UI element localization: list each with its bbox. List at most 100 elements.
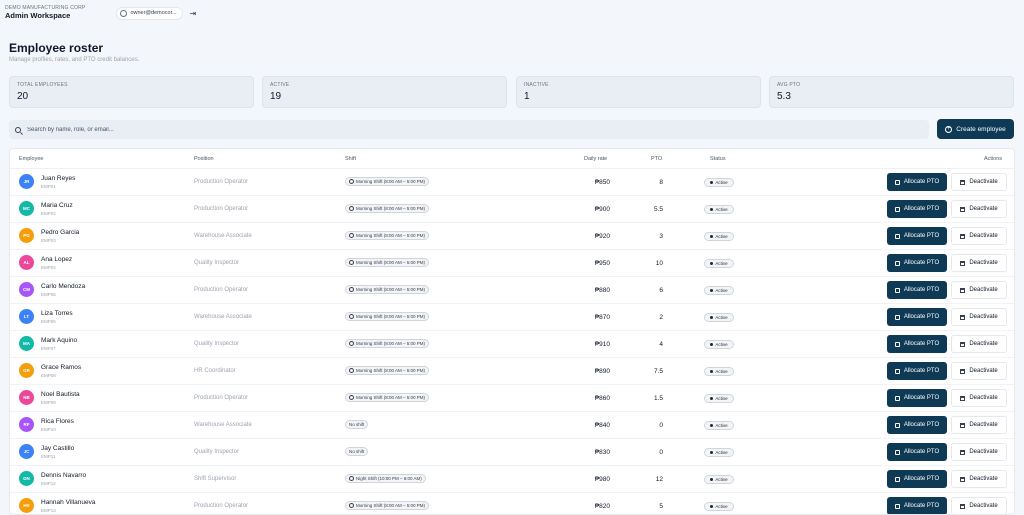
allocate-pto-button[interactable]: Allocate PTO: [887, 308, 947, 326]
employee-position: Production Operator: [194, 179, 249, 185]
deactivate-button[interactable]: Deactivate: [951, 308, 1007, 326]
account-chip[interactable]: owner@democor...: [116, 6, 184, 20]
org-block: DEMO MANUFACTURING CORP Admin Workspace: [5, 5, 85, 21]
table-row: HV Hannah Villanueva EMP13 Production Opera…: [10, 493, 1014, 514]
status-badge: Active: [704, 232, 734, 241]
status-dot: [710, 343, 714, 346]
allocate-pto-button[interactable]: Allocate PTO: [887, 362, 947, 380]
logout-icon[interactable]: ⇥: [189, 9, 196, 18]
deactivate-button[interactable]: Deactivate: [951, 281, 1007, 299]
shift-badge: Morning Shift (8:00 AM – 5:00 PM): [345, 339, 430, 348]
allocate-pto-button[interactable]: Allocate PTO: [887, 335, 947, 353]
avatar: LT: [19, 309, 34, 324]
page-title: Employee roster: [9, 41, 104, 55]
shift-badge: Morning Shift (8:00 AM – 5:00 PM): [345, 258, 430, 267]
daily-rate: ₱840: [594, 422, 610, 429]
shift-label: Morning Shift (8:00 AM – 5:00 PM): [356, 233, 426, 238]
search-bar[interactable]: [9, 120, 929, 139]
deactivate-button[interactable]: Deactivate: [951, 254, 1007, 272]
shift-label: Morning Shift (8:00 AM – 5:00 PM): [356, 260, 426, 265]
allocate-pto-button[interactable]: Allocate PTO: [887, 497, 947, 514]
stat-card-total: TOTAL EMPLOYEES 20: [9, 76, 254, 108]
allocate-pto-button[interactable]: Allocate PTO: [887, 200, 947, 218]
employee-name: Jay Castillo: [41, 445, 75, 452]
stat-value: 5.3: [777, 91, 791, 102]
deactivate-label: Deactivate: [969, 395, 998, 401]
status-dot: [710, 181, 714, 184]
allocate-pto-button[interactable]: Allocate PTO: [887, 470, 947, 488]
shift-badge: No shift: [345, 447, 369, 456]
allocate-pto-button[interactable]: Allocate PTO: [887, 254, 947, 272]
workspace-name: Admin Workspace: [5, 11, 71, 20]
employee-code: EMP07: [41, 346, 56, 351]
employee-name: Grace Ramos: [41, 364, 82, 371]
calendar-icon: [894, 503, 900, 509]
daily-rate: ₱900: [594, 206, 610, 213]
employee-code: EMP02: [41, 211, 56, 216]
deactivate-button[interactable]: Deactivate: [951, 470, 1007, 488]
employee-position: HR Coordinator: [194, 368, 236, 374]
stat-label: TOTAL EMPLOYEES: [17, 82, 68, 88]
clock-icon: [349, 206, 354, 211]
avatar: HV: [19, 498, 34, 513]
status-dot: [710, 478, 714, 481]
allocate-pto-button[interactable]: Allocate PTO: [887, 416, 947, 434]
deactivate-button[interactable]: Deactivate: [951, 416, 1007, 434]
deactivate-label: Deactivate: [969, 368, 998, 374]
search-input[interactable]: [27, 126, 427, 133]
deactivate-button[interactable]: Deactivate: [951, 443, 1007, 461]
page-subtitle: Manage profiles, rates, and PTO credit b…: [9, 57, 140, 63]
shift-badge: Morning Shift (8:00 AM – 5:00 PM): [345, 231, 430, 240]
employee-position: Quality Inspector: [194, 449, 240, 455]
status-badge: Active: [704, 421, 734, 430]
allocate-pto-button[interactable]: Allocate PTO: [887, 227, 947, 245]
allocate-pto-button[interactable]: Allocate PTO: [887, 443, 947, 461]
pto-balance: 0: [659, 422, 663, 429]
deactivate-button[interactable]: Deactivate: [951, 173, 1007, 191]
employee-code: EMP08: [41, 373, 56, 378]
status-dot: [710, 424, 714, 427]
deactivate-button[interactable]: Deactivate: [951, 335, 1007, 353]
daily-rate: ₱910: [594, 341, 610, 348]
shift-badge: Morning Shift (8:00 AM – 5:00 PM): [345, 366, 430, 375]
status-label: Active: [715, 423, 728, 428]
allocate-pto-button[interactable]: Allocate PTO: [887, 173, 947, 191]
trash-icon: [960, 206, 966, 212]
daily-rate: ₱950: [594, 260, 610, 267]
status-label: Active: [715, 396, 728, 401]
employee-code: EMP01: [41, 184, 56, 189]
allocate-pto-button[interactable]: Allocate PTO: [887, 389, 947, 407]
pto-balance: 8: [659, 179, 663, 186]
create-employee-button[interactable]: + Create employee: [937, 119, 1014, 139]
header-daily-rate: Daily rate: [584, 156, 608, 162]
table-row: RF Rica Flores EMP10 Warehouse Associate No …: [10, 412, 1014, 439]
employee-code: EMP06: [41, 319, 56, 324]
status-label: Active: [715, 180, 728, 185]
status-label: Active: [715, 234, 728, 239]
calendar-icon: [894, 476, 900, 482]
deactivate-button[interactable]: Deactivate: [951, 227, 1007, 245]
avatar: MC: [19, 201, 34, 216]
deactivate-button[interactable]: Deactivate: [951, 362, 1007, 380]
pto-balance: 1.5: [653, 395, 663, 402]
create-employee-label: Create employee: [956, 125, 1006, 133]
trash-icon: [960, 422, 966, 428]
allocate-pto-label: Allocate PTO: [903, 233, 940, 239]
table-row: JC Jay Castillo EMP11 Quality Inspector No s…: [10, 439, 1014, 466]
status-dot: [710, 505, 714, 508]
status-badge: Active: [704, 313, 734, 322]
deactivate-label: Deactivate: [969, 233, 998, 239]
status-dot: [710, 262, 714, 265]
trash-icon: [960, 395, 966, 401]
pto-balance: 0: [659, 449, 663, 456]
status-badge: Active: [704, 286, 734, 295]
trash-icon: [960, 449, 966, 455]
deactivate-button[interactable]: Deactivate: [951, 200, 1007, 218]
calendar-icon: [894, 233, 900, 239]
deactivate-button[interactable]: Deactivate: [951, 389, 1007, 407]
deactivate-button[interactable]: Deactivate: [951, 497, 1007, 514]
employee-position: Production Operator: [194, 287, 249, 293]
calendar-icon: [894, 260, 900, 266]
allocate-pto-button[interactable]: Allocate PTO: [887, 281, 947, 299]
shift-label: Night Shift (10:00 PM – 6:00 AM): [356, 476, 422, 481]
